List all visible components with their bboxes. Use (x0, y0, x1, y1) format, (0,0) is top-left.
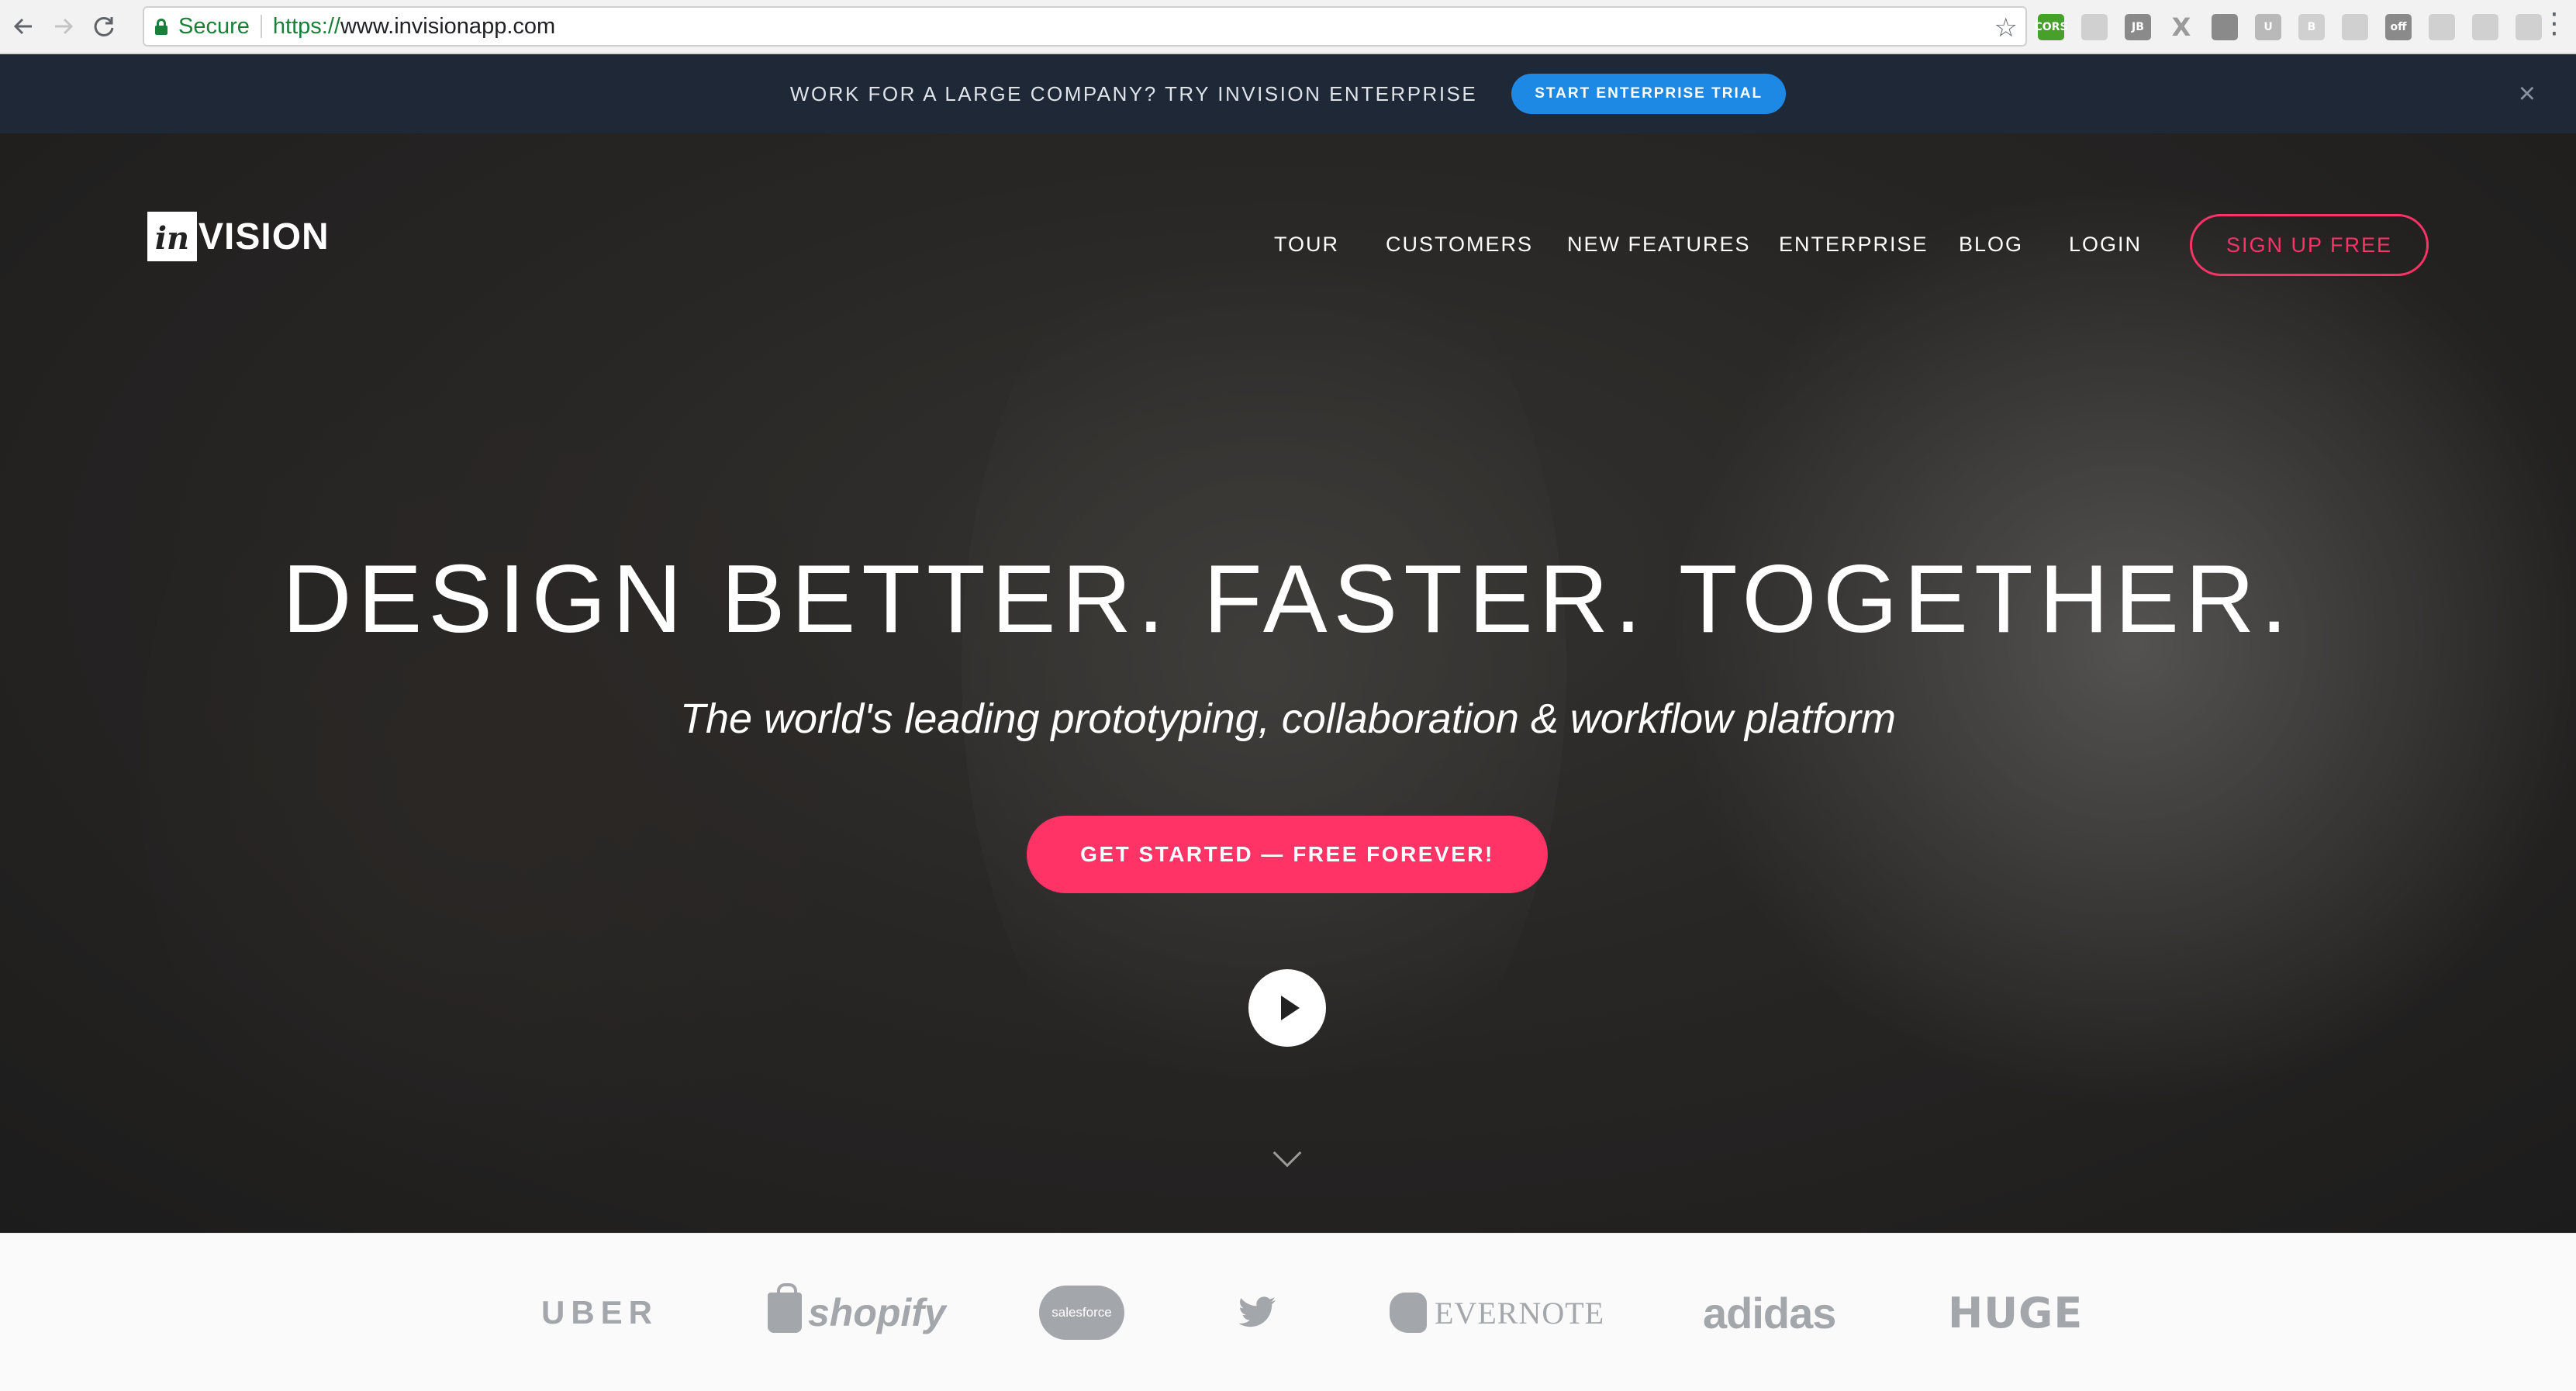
nav-new-features[interactable]: NEW FEATURES (1567, 233, 1751, 257)
shopify-bag-icon (768, 1283, 802, 1333)
nav-login[interactable]: LOGIN (2069, 233, 2142, 257)
reload-button[interactable] (87, 9, 121, 43)
start-enterprise-trial-button[interactable]: START ENTERPRISE TRIAL (1511, 74, 1787, 114)
hero-section: in VISION TOUR CUSTOMERS NEW FEATURES EN… (0, 133, 2576, 1233)
jb-extension-icon[interactable]: JB (2125, 14, 2151, 40)
nav-tour[interactable]: TOUR (1274, 233, 1339, 257)
sync-extension-icon[interactable] (2516, 14, 2542, 40)
secure-label: Secure (178, 13, 250, 39)
nav-customers[interactable]: CUSTOMERS (1386, 233, 1533, 257)
cors-extension-icon[interactable]: CORS (2034, 14, 2068, 40)
banner-text: WORK FOR A LARGE COMPANY? TRY INVISION E… (789, 81, 1478, 105)
forward-arrow-icon (55, 18, 74, 35)
customer-logos: UBER shopify salesforce EVERNOTE adidas … (0, 1233, 2576, 1391)
twitter-logo (1238, 1234, 1276, 1391)
salesforce-wordmark: salesforce (1051, 1305, 1112, 1320)
enterprise-banner: WORK FOR A LARGE COMPANY? TRY INVISION E… (0, 54, 2576, 133)
hero-headline: DESIGN BETTER. FASTER. TOGETHER. (281, 546, 2295, 653)
off-extension-icon[interactable]: off (2385, 14, 2412, 40)
back-button[interactable] (6, 9, 40, 43)
salesforce-cloud-icon: salesforce (1039, 1275, 1124, 1340)
hero-overlay (0, 133, 2576, 1233)
evernote-elephant-icon (1390, 1293, 1427, 1333)
u-extension-icon[interactable]: U (2255, 14, 2281, 40)
b-extension-icon[interactable]: B (2298, 14, 2325, 40)
ruler-extension-icon[interactable] (2342, 14, 2368, 40)
evernote-wordmark: EVERNOTE (1435, 1295, 1605, 1331)
twitter-bird-icon (1238, 1296, 1276, 1327)
address-bar[interactable]: Secure https:// www.invisionapp.com ☆ (143, 6, 2027, 47)
huge-logo: HUGE (1948, 1288, 2084, 1338)
main-nav: TOUR CUSTOMERS NEW FEATURES ENTERPRISE B… (0, 214, 2576, 276)
back-arrow-icon (13, 18, 32, 35)
browser-toolbar: Secure https:// www.invisionapp.com ☆ CO… (0, 0, 2576, 54)
shopify-wordmark: shopify (808, 1291, 946, 1334)
lock-icon (155, 19, 167, 35)
uber-logo: UBER (541, 1294, 659, 1331)
adidas-logo: adidas (1703, 1288, 1836, 1338)
extensions-area: CORS JB X U B off (2034, 11, 2559, 43)
hero-subline: The world's leading prototyping, collabo… (679, 696, 1897, 742)
address-separator (260, 15, 262, 38)
evernote-logo: EVERNOTE (1390, 1234, 1604, 1391)
cast-icon[interactable] (2472, 14, 2498, 40)
calendar-extension-icon[interactable] (2081, 14, 2108, 40)
browser-menu-icon[interactable]: ⋮ (2540, 9, 2568, 37)
url-scheme: https:// (272, 13, 340, 39)
bookmark-star-icon[interactable]: ☆ (1994, 12, 2018, 43)
nav-enterprise[interactable]: ENTERPRISE (1779, 233, 1929, 257)
sign-up-free-button[interactable]: SIGN UP FREE (2190, 214, 2429, 276)
close-icon[interactable]: × (2519, 79, 2536, 109)
box-extension-icon[interactable] (2212, 14, 2238, 40)
nav-blog[interactable]: BLOG (1959, 233, 2023, 257)
url-host: www.invisionapp.com (340, 13, 556, 39)
salesforce-logo: salesforce (1039, 1234, 1124, 1391)
reload-icon (94, 16, 114, 36)
forward-button[interactable] (47, 9, 81, 43)
get-started-button[interactable]: GET STARTED — FREE FOREVER! (1027, 816, 1548, 893)
play-video-button[interactable] (1248, 969, 1326, 1047)
feather-extension-icon[interactable] (2429, 14, 2455, 40)
shopify-logo: shopify (768, 1234, 946, 1391)
play-icon (1281, 996, 1300, 1020)
x-extension-icon[interactable]: X (2168, 12, 2194, 42)
